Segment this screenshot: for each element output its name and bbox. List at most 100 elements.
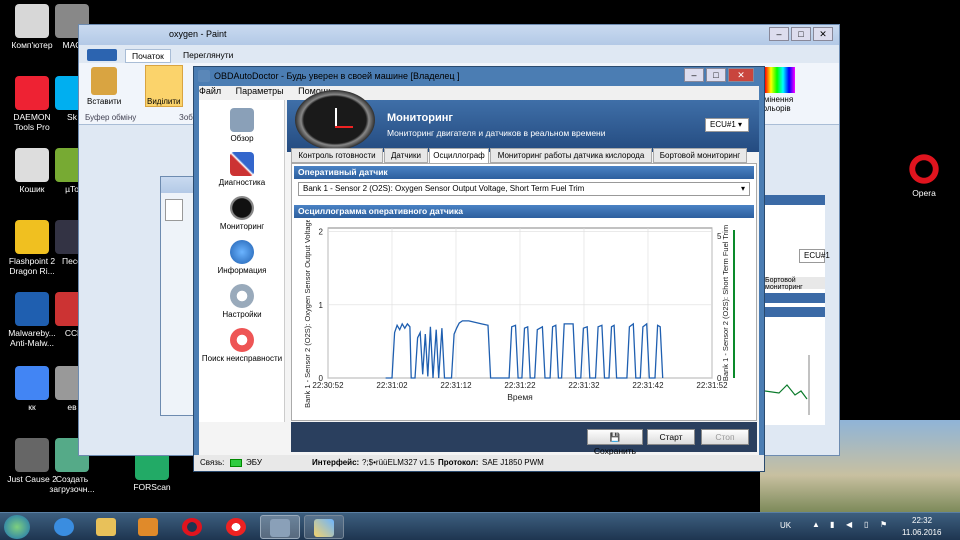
taskbar-opera[interactable] [172, 515, 212, 539]
sidebar-item-troubleshoot[interactable]: Поиск неисправности [199, 328, 285, 363]
desktop-icon-label: CCl [64, 328, 80, 338]
header-title: Мониторинг [387, 112, 453, 124]
opera-label: Opera [912, 188, 936, 198]
link-status-indicator [230, 459, 242, 467]
tab-view[interactable]: Переглянути [183, 50, 233, 60]
button-bar: 💾 Сохранить Старт Стоп [291, 422, 757, 456]
obd-minimize-icon[interactable]: – [684, 68, 704, 82]
paint-titlebar: oxygen - Paint – □ ✕ [79, 25, 839, 45]
interface-value: ?;$•rüüELM327 v1.5 [362, 458, 435, 467]
tab-bar: Контроль готовности Датчики Осциллограф … [291, 148, 757, 163]
start-button[interactable]: Старт [647, 429, 695, 445]
edit-colors-label: Змінення кольорів [759, 95, 794, 113]
taskbar-explorer[interactable] [86, 515, 126, 539]
volume-icon[interactable]: ◀ [846, 520, 852, 529]
clock-date[interactable]: 11.06.2016 [902, 528, 941, 537]
battery-icon[interactable]: ▯ [864, 520, 868, 529]
save-button[interactable]: 💾 Сохранить [587, 429, 643, 456]
minimize-icon[interactable]: – [769, 27, 789, 41]
sidebar-item-overview[interactable]: Обзор [199, 108, 285, 143]
sensor-select[interactable]: Bank 1 - Sensor 2 (O2S): Oxygen Sensor O… [298, 182, 750, 196]
status-bar: Связь: ЭБУ Интерфейс: ?;$•rüüELM327 v1.5… [194, 455, 764, 471]
header-banner: Мониторинг Мониторинг двигателя и датчик… [287, 90, 759, 152]
ecu-select[interactable]: ECU#1 ▾ [705, 118, 749, 132]
taskbar-media[interactable] [128, 515, 168, 539]
chevron-down-icon: ▾ [740, 184, 745, 193]
tab-home[interactable]: Початок [125, 49, 171, 63]
sidebar: Обзор Диагностика Мониторинг Информация … [199, 100, 285, 422]
y2-axis-label: Bank 1 - Sensor 2 (O2S): Short Term Fuel… [721, 225, 730, 381]
paint-canvas-image: ECU#1 Бортовой мониторинг [765, 195, 830, 425]
obd-window[interactable]: OBDAutoDoctor - Будь уверен в своей маши… [193, 66, 765, 472]
link-value: ЭБУ [246, 458, 262, 467]
behind-tab: Бортовой мониторинг [765, 277, 825, 291]
paste-label: Вставити [87, 97, 122, 106]
sidebar-label: Настройки [222, 310, 262, 319]
clipboard-group-label: Буфер обміну [85, 113, 137, 122]
y-axis-label: Bank 1 - Sensor 2 (O2S): Oxygen Sensor O… [303, 220, 312, 408]
oscilloscope-page: Оперативный датчик Bank 1 - Sensor 2 (O2… [291, 163, 757, 421]
network-icon[interactable]: ▮ [830, 520, 834, 529]
close-icon[interactable]: ✕ [813, 27, 833, 41]
desktop-icon-label: ев [67, 402, 77, 412]
tray-arrow-icon[interactable]: ▲ [812, 520, 820, 529]
sensor-panel-header: Оперативный датчик [294, 166, 754, 179]
language-indicator[interactable]: UK [780, 521, 791, 530]
sidebar-label: Диагностика [218, 178, 266, 187]
obd-close-icon[interactable]: ✕ [728, 68, 754, 82]
sidebar-item-diagnostics[interactable]: Диагностика [199, 152, 285, 187]
zoom-group-label: Зоб [179, 113, 193, 122]
x-tick-label: 22:31:22 [504, 381, 536, 390]
app-icon [198, 70, 210, 82]
taskbar-paint[interactable] [304, 515, 344, 539]
paint-menu-button[interactable] [87, 49, 117, 61]
tab-onboard-monitoring[interactable]: Бортовой мониторинг [653, 148, 747, 163]
sidebar-item-settings[interactable]: Настройки [199, 284, 285, 319]
obd-maximize-icon[interactable]: □ [706, 68, 726, 82]
opera-taskbar-icon [182, 518, 202, 536]
desktop-icon-label: µTo [65, 184, 79, 194]
obd-titlebar: OBDAutoDoctor - Будь уверен в своей маши… [194, 67, 764, 85]
flag-icon[interactable]: ⚑ [880, 520, 887, 529]
menu-file[interactable]: Файл [199, 86, 221, 96]
desktop-icon-label: Sk [67, 112, 77, 122]
taskbar-ie[interactable] [44, 515, 84, 539]
tab-readiness[interactable]: Контроль готовности [291, 148, 383, 163]
link-label: Связь: [200, 458, 225, 467]
stop-button[interactable]: Стоп [701, 429, 749, 445]
x-tick-label: 22:31:02 [376, 381, 408, 390]
colors-icon[interactable] [765, 67, 795, 93]
x-tick-label: 22:31:42 [632, 381, 664, 390]
tab-o2-monitoring[interactable]: Мониторинг работы датчика кислорода [490, 148, 652, 163]
desktop-icon-label: Кошик [19, 184, 45, 194]
gauge-banner-icon [295, 90, 375, 150]
protocol-label: Протокол: [438, 458, 479, 467]
menu-settings[interactable]: Параметры [236, 86, 284, 96]
document-icon [165, 199, 183, 221]
x-tick-label: 22:30:52 [312, 381, 344, 390]
clock-time[interactable]: 22:32 [912, 516, 932, 525]
sidebar-item-info[interactable]: Информация [199, 240, 285, 275]
sidebar-label: Мониторинг [219, 222, 265, 231]
client-area: Обзор Диагностика Мониторинг Информация … [199, 90, 759, 456]
opera-desktop-icon[interactable]: Opera [896, 152, 952, 198]
y-tick-label: 0 [319, 374, 324, 383]
scope-panel-header: Осциллограмма оперативного датчика [294, 205, 754, 218]
gear-icon [230, 284, 254, 308]
paste-icon[interactable] [91, 67, 117, 95]
obd-taskbar-icon [270, 519, 290, 537]
maximize-icon[interactable]: □ [791, 27, 811, 41]
paint-title: oxygen - Paint [169, 29, 227, 39]
tab-oscilloscope[interactable]: Осциллограф [429, 148, 489, 163]
gauge-icon [230, 196, 254, 220]
protocol-value: SAE J1850 PWM [482, 458, 544, 467]
desktop-icon-label: Создать загрузочн... [49, 474, 95, 494]
tab-sensors[interactable]: Датчики [384, 148, 428, 163]
sidebar-label: Поиск неисправности [201, 354, 283, 363]
sidebar-item-monitoring[interactable]: Мониторинг [199, 196, 285, 231]
taskbar-obd[interactable] [260, 515, 300, 539]
taskbar-yandex[interactable] [216, 515, 256, 539]
explorer-window[interactable] [160, 176, 194, 416]
oscilloscope-chart: 22:30:52 22:31:02 22:31:12 22:31:22 22:31:32… [303, 220, 735, 408]
start-button[interactable] [4, 515, 30, 539]
